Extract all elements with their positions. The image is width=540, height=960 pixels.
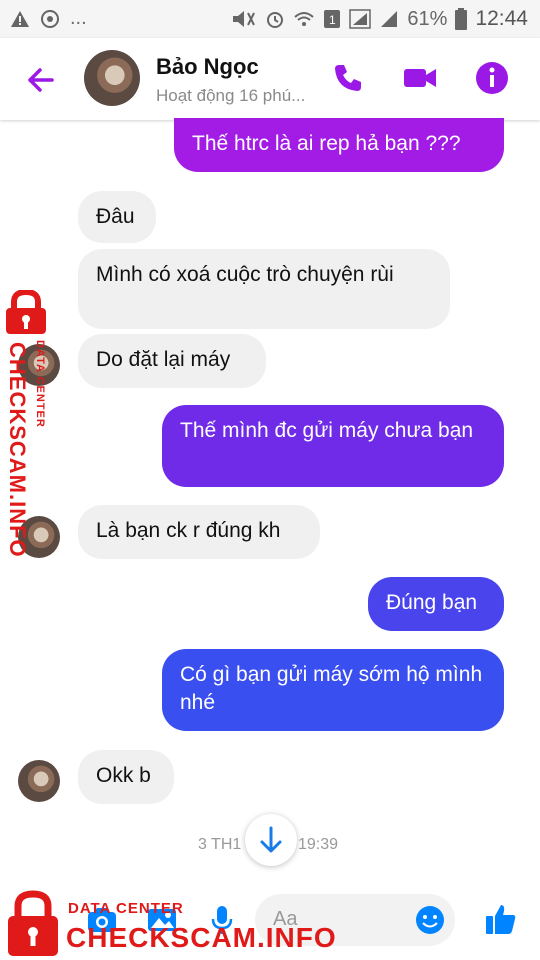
message-bubble-in[interactable]: Okk b [78, 750, 174, 804]
sender-avatar[interactable] [18, 760, 60, 802]
warning-icon [11, 10, 29, 27]
clock: 12:44 [475, 7, 528, 30]
message-bubble-out[interactable]: Thế htrc là ai rep hả bạn ??? [174, 118, 504, 172]
message-bubble-in[interactable]: Đâu [78, 191, 156, 243]
message-text: Thế htrc là ai rep hả bạn ??? [192, 132, 461, 155]
message-text: Thế mình đc gửi máy chưa bạn [180, 419, 474, 442]
sync-icon [41, 9, 59, 28]
watermark-vertical: CHECKSCAM.INFO DATA CENTER [4, 290, 64, 560]
message-bubble-in[interactable]: Mình có xoá cuộc trò chuyện rùi [78, 249, 450, 329]
watermark-main-text: CHECKSCAM.INFO [5, 342, 30, 558]
scroll-down-button[interactable] [245, 814, 297, 866]
sim-icon: 1 [324, 10, 341, 28]
message-text: Okk b [96, 764, 151, 787]
alarm-icon [267, 12, 284, 28]
message-bubble-in[interactable]: Do đặt lại máy [78, 334, 266, 388]
info-icon[interactable] [474, 60, 510, 96]
message-bubble-in[interactable]: Là bạn ck r đúng kh [78, 505, 320, 559]
message-text: Đâu [96, 205, 135, 228]
message-text: Có gì bạn gửi máy sớm hộ mình nhé [180, 663, 483, 714]
activity-status: Hoạt động 16 phú... [156, 86, 306, 105]
padlock-logo [6, 290, 46, 334]
more-dots: ... [70, 7, 87, 29]
watermark-small-text: DATA CENTER [34, 340, 46, 428]
status-left: ... [10, 7, 87, 30]
emoji-icon[interactable] [415, 905, 445, 935]
signal2-icon [381, 11, 398, 27]
status-bar: ... 1 61% 12:44 [0, 0, 540, 38]
padlock-logo [8, 890, 58, 956]
timestamp-date: 3 TH1 [198, 836, 242, 853]
contact-name[interactable]: Bảo Ngọc [156, 54, 259, 80]
watermark-main-text: CHECKSCAM.INFO [66, 922, 337, 953]
wifi-icon [294, 12, 315, 26]
arrow-down-icon [260, 826, 282, 853]
battery-icon [455, 8, 468, 30]
mute-icon [233, 11, 256, 27]
message-text: Mình có xoá cuộc trò chuyện rùi [96, 263, 394, 286]
screen: ... 1 61% 12:44 Bảo Ngọc Hoạt động 16 ph… [0, 0, 540, 960]
phone-call-icon[interactable] [330, 60, 366, 96]
svg-text:1: 1 [329, 13, 336, 27]
message-bubble-out[interactable]: Có gì bạn gửi máy sớm hộ mình nhé [162, 649, 504, 731]
battery-percent: 61% [407, 7, 448, 30]
thumbs-up-icon[interactable] [484, 902, 518, 936]
message-text: Do đặt lại máy [96, 348, 231, 371]
message-text: Đúng bạn [386, 591, 478, 614]
watermark-small-text: DATA CENTER [68, 900, 184, 917]
message-bubble-out[interactable]: Đúng bạn [368, 577, 504, 631]
signal-icon [349, 9, 372, 29]
video-call-icon[interactable] [402, 60, 438, 96]
status-right: 1 61% 12:44 [231, 7, 528, 31]
message-bubble-out[interactable]: Thế mình đc gửi máy chưa bạn [162, 405, 504, 487]
chat-header: Bảo Ngọc Hoạt động 16 phú... [0, 38, 540, 120]
timestamp-time: 19:39 [298, 836, 339, 853]
watermark-bottom: DATA CENTER CHECKSCAM.INFO [6, 890, 336, 958]
contact-avatar[interactable] [84, 50, 140, 106]
back-arrow-icon[interactable] [22, 62, 58, 98]
message-text: Là bạn ck r đúng kh [96, 519, 281, 542]
